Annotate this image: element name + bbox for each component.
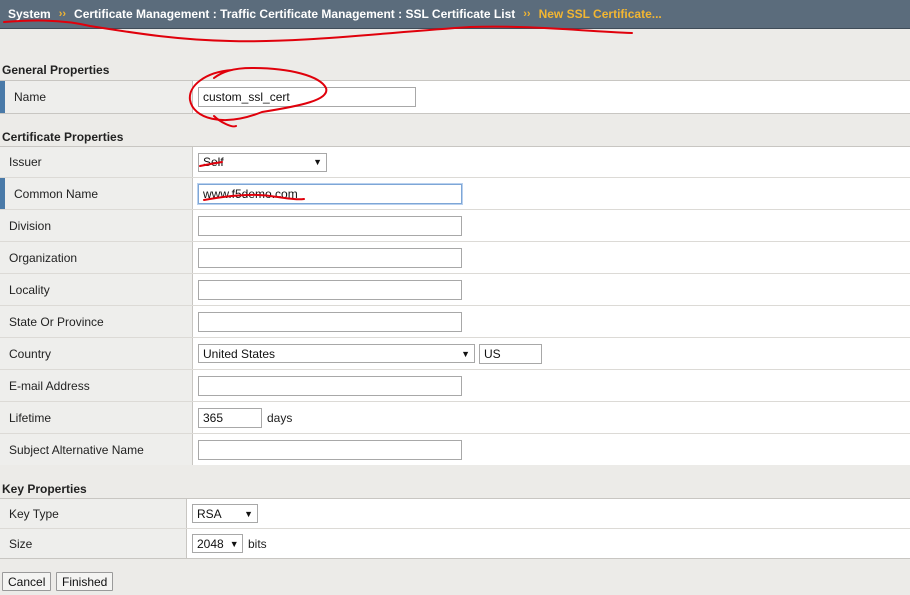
- general-properties-title: General Properties: [2, 63, 110, 77]
- common-name-input[interactable]: [198, 183, 462, 204]
- dropdown-arrow-icon: ▼: [461, 348, 470, 359]
- san-input[interactable]: [198, 439, 462, 460]
- state-input[interactable]: [198, 311, 462, 332]
- key-size-select[interactable]: 2048 ▼: [192, 534, 243, 553]
- state-row: State Or Province: [0, 306, 910, 337]
- division-input[interactable]: [198, 215, 462, 236]
- issuer-select[interactable]: Self ▼: [198, 152, 327, 172]
- locality-input[interactable]: [198, 279, 462, 300]
- locality-row: Locality: [0, 274, 910, 305]
- key-properties-table: Key Type RSA ▼ Size 2048 ▼ bits: [0, 498, 910, 559]
- division-row: Division: [0, 210, 910, 241]
- breadcrumb-system[interactable]: System: [8, 7, 51, 21]
- general-properties-table: Name: [0, 80, 910, 114]
- breadcrumb-separator: ››: [58, 8, 67, 20]
- key-size-row: Size 2048 ▼ bits: [0, 529, 910, 558]
- issuer-select-value: Self: [203, 155, 224, 169]
- division-label: Division: [9, 218, 52, 233]
- key-type-label: Key Type: [9, 506, 59, 521]
- dropdown-arrow-icon: ▼: [313, 157, 322, 167]
- certificate-properties-table: Issuer Self ▼ Common Name Division Organ…: [0, 146, 910, 465]
- name-value-cell: [193, 81, 910, 113]
- lifetime-label: Lifetime: [9, 410, 52, 425]
- organization-label: Organization: [9, 250, 78, 265]
- name-row: Name: [0, 81, 910, 113]
- organization-row: Organization: [0, 242, 910, 273]
- organization-input[interactable]: [198, 247, 462, 268]
- common-name-label: Common Name: [14, 186, 99, 201]
- dropdown-arrow-icon: ▼: [229, 538, 239, 549]
- country-select-value: United States: [203, 346, 276, 361]
- breadcrumb-ssl-list[interactable]: Certificate Management : Traffic Certifi…: [74, 7, 515, 21]
- key-size-unit: bits: [248, 536, 267, 551]
- name-label-text: Name: [14, 90, 47, 104]
- issuer-label: Issuer: [9, 155, 42, 169]
- issuer-row: Issuer Self ▼: [0, 147, 910, 177]
- san-row: Subject Alternative Name: [0, 434, 910, 465]
- breadcrumb-separator: ››: [523, 8, 531, 20]
- email-label: E-mail Address: [9, 378, 90, 393]
- breadcrumb-current: New SSL Certificate...: [538, 7, 662, 21]
- state-label: State Or Province: [9, 314, 104, 329]
- key-size-value: 2048: [197, 536, 224, 551]
- common-name-row: Common Name: [0, 178, 910, 209]
- finished-button[interactable]: Finished: [56, 572, 114, 591]
- country-select[interactable]: United States ▼: [198, 344, 475, 363]
- breadcrumb: System ›› Certificate Management : Traff…: [0, 0, 910, 29]
- key-size-label: Size: [9, 536, 33, 551]
- name-input[interactable]: [198, 87, 416, 107]
- country-label: Country: [9, 346, 52, 361]
- country-row: Country United States ▼: [0, 338, 910, 369]
- country-code-input[interactable]: [479, 343, 542, 364]
- key-properties-title: Key Properties: [2, 482, 87, 496]
- certificate-properties-title: Certificate Properties: [2, 130, 124, 144]
- cancel-button[interactable]: Cancel: [2, 572, 52, 591]
- lifetime-unit: days: [267, 410, 293, 425]
- name-label: Name: [0, 81, 193, 113]
- key-type-select[interactable]: RSA ▼: [192, 504, 258, 523]
- lifetime-input[interactable]: [198, 407, 262, 428]
- dropdown-arrow-icon: ▼: [244, 508, 253, 519]
- lifetime-row: Lifetime days: [0, 402, 910, 433]
- san-label: Subject Alternative Name: [9, 442, 144, 457]
- key-type-value: RSA: [197, 506, 222, 521]
- key-type-row: Key Type RSA ▼: [0, 499, 910, 528]
- email-input[interactable]: [198, 375, 462, 396]
- locality-label: Locality: [9, 282, 50, 297]
- email-row: E-mail Address: [0, 370, 910, 401]
